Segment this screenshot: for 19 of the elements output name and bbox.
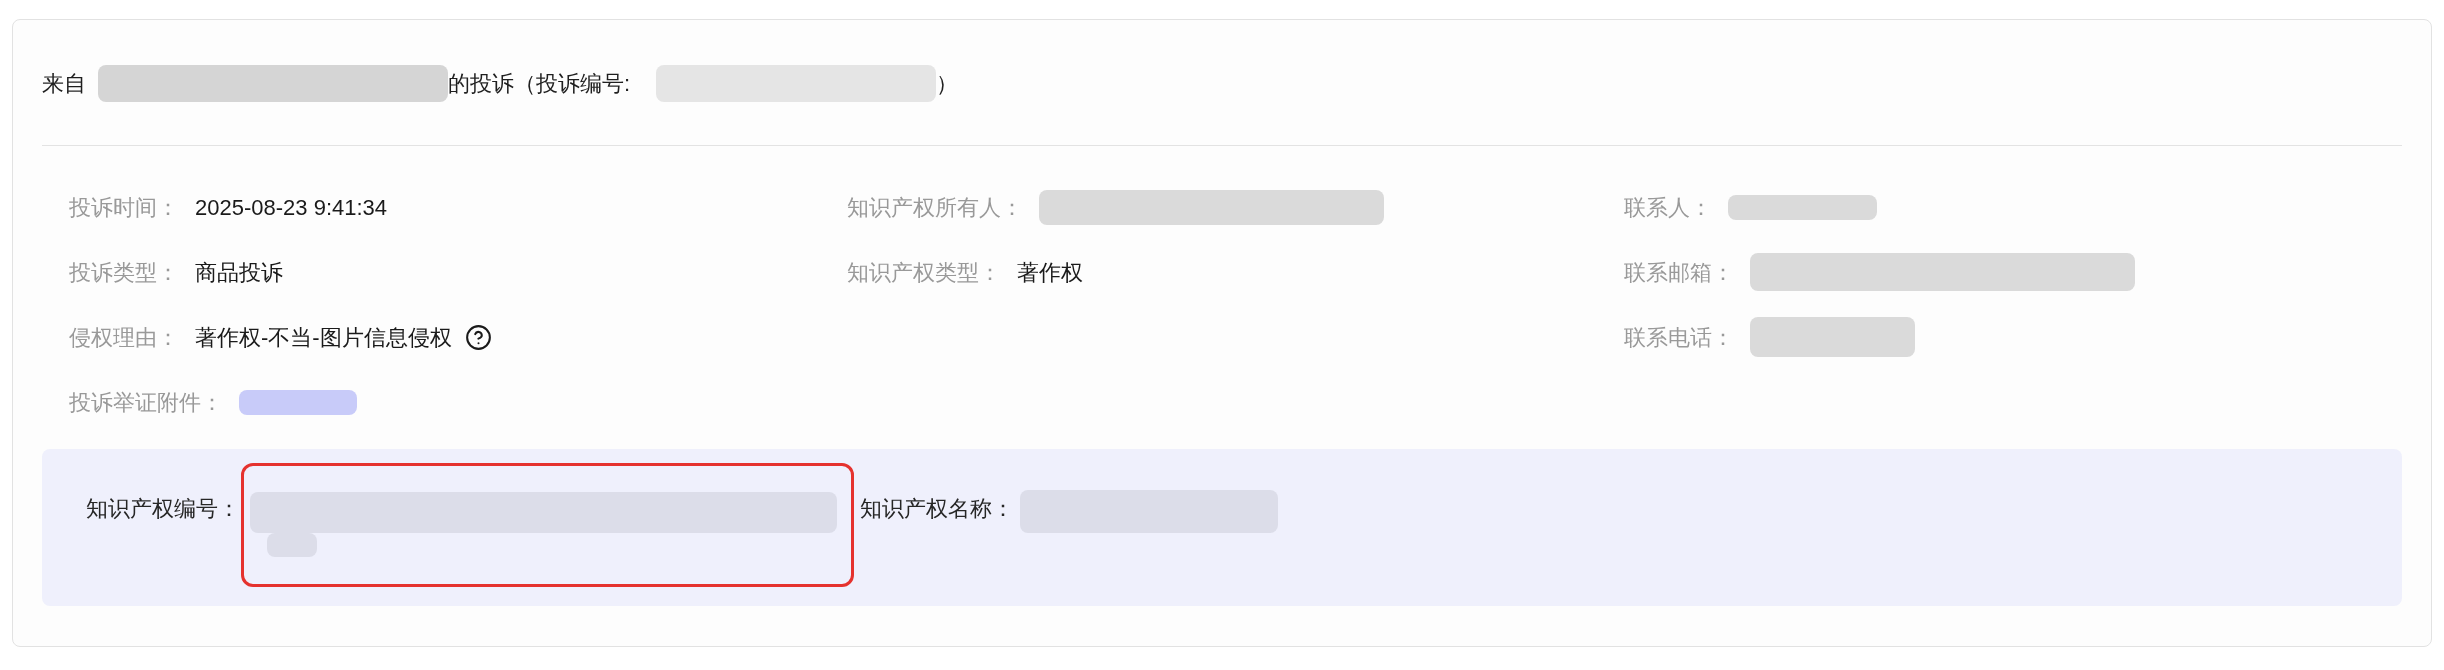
field-label: 投诉时间： (69, 193, 179, 222)
field-value: 商品投诉 (195, 258, 283, 287)
field-label: 联系电话： (1624, 323, 1735, 352)
field-label: 投诉举证附件： (69, 388, 223, 417)
field-value: 2025-08-23 9:41:34 (195, 193, 388, 222)
title-text: 来自 (42, 69, 86, 98)
field-label: 知识产权类型： (846, 258, 1001, 287)
help-icon[interactable] (465, 324, 491, 350)
field-label: 知识产权编号： (86, 495, 240, 523)
field-label: 投诉类型： (69, 258, 179, 287)
title-text: ） (936, 69, 959, 98)
field-label: 联系邮箱： (1624, 258, 1735, 287)
field-value: 著作权 (1016, 258, 1083, 287)
field-label: 联系人： (1624, 193, 1713, 222)
field-label: 侵权理由： (69, 323, 179, 352)
field-label: 知识产权名称： (860, 495, 1014, 523)
field-value: 著作权-不当-图片信息侵权 (195, 323, 452, 352)
title-text: 的投诉（投诉编号: (448, 69, 631, 98)
field-label: 知识产权所有人： (846, 193, 1023, 222)
